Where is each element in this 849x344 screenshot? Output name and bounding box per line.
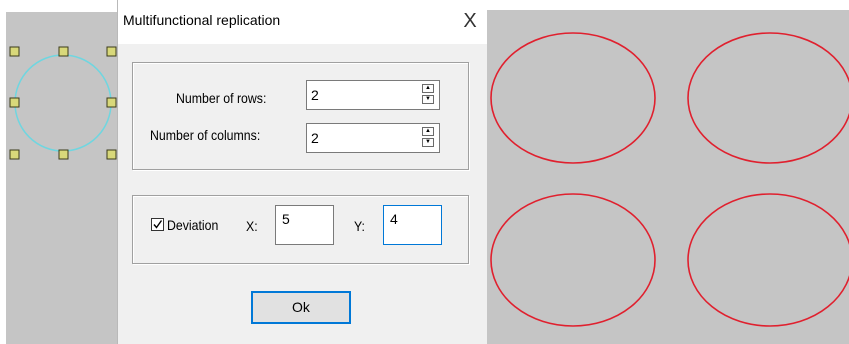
x-value[interactable]: 5: [282, 211, 290, 227]
resize-handle-bottom-right: [106, 149, 117, 160]
replica-ellipse-2: [687, 32, 849, 164]
rows-columns-group: [132, 62, 469, 170]
resize-handle-top-left: [9, 46, 20, 57]
columns-increment-icon[interactable]: ▲: [422, 127, 434, 136]
y-offset-input[interactable]: 4: [383, 205, 442, 245]
preview-canvas[interactable]: [487, 10, 849, 344]
replica-ellipse-4: [687, 193, 849, 327]
resize-handle-left: [9, 97, 20, 108]
left-canvas[interactable]: [6, 12, 121, 344]
deviation-label[interactable]: Deviation: [167, 217, 218, 233]
checkmark-icon: [153, 220, 163, 229]
resize-handle-right: [106, 97, 117, 108]
selected-circle-shape[interactable]: [6, 12, 121, 344]
columns-decrement-icon[interactable]: ▼: [422, 138, 434, 147]
resize-handle-bottom-left: [9, 149, 20, 160]
columns-label: Number of columns:: [150, 127, 261, 143]
x-offset-input[interactable]: 5: [275, 205, 334, 245]
rows-increment-icon[interactable]: ▲: [422, 84, 434, 93]
resize-handle-top-right: [106, 46, 117, 57]
replica-ellipse-1: [490, 32, 656, 164]
rows-spinbox[interactable]: 2 ▲ ▼: [306, 80, 440, 110]
columns-spinbox[interactable]: 2 ▲ ▼: [306, 123, 440, 153]
rows-label: Number of rows:: [176, 90, 267, 106]
replica-ellipse-3: [490, 193, 656, 327]
multifunctional-replication-dialog: Multifunctional replication X Number of …: [117, 0, 487, 344]
columns-value[interactable]: 2: [311, 130, 319, 146]
rows-decrement-icon[interactable]: ▼: [422, 95, 434, 104]
rows-value[interactable]: 2: [311, 87, 319, 103]
y-label: Y:: [354, 218, 365, 234]
dialog-titlebar: Multifunctional replication X: [118, 0, 487, 44]
y-value[interactable]: 4: [390, 211, 398, 227]
replicated-shapes: [490, 32, 849, 327]
dialog-title: Multifunctional replication: [123, 12, 281, 28]
close-icon[interactable]: X: [457, 8, 483, 34]
resize-handle-top: [58, 46, 69, 57]
x-label: X:: [246, 218, 258, 234]
deviation-checkbox[interactable]: [151, 218, 164, 231]
ok-button[interactable]: Ok: [251, 291, 351, 324]
resize-handle-bottom: [58, 149, 69, 160]
